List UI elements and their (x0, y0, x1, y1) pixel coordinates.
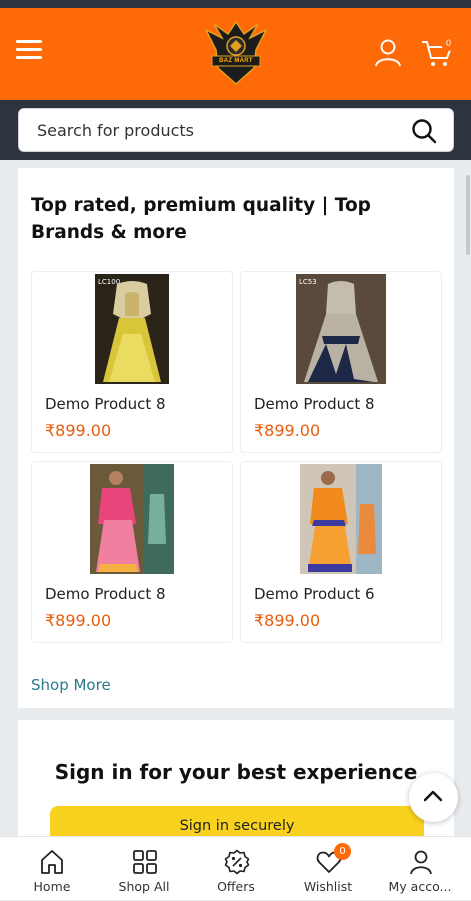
signin-title: Sign in for your best experience (54, 760, 418, 784)
nav-item-shop-all[interactable]: Shop All (97, 837, 191, 901)
product-image: LC100 (95, 274, 169, 384)
nav-label: Wishlist (303, 879, 353, 894)
logo-text: BAZ MART (219, 58, 253, 64)
section-title: Top rated, premium quality | Top Brands … (31, 195, 371, 243)
hamburger-menu-icon[interactable] (16, 40, 42, 64)
products-section: Top rated, premium quality | Top Brands … (18, 168, 454, 708)
offer-badge-icon (224, 849, 250, 875)
nav-label: Home (33, 879, 71, 894)
product-image-tag: LC53 (299, 278, 317, 286)
product-card[interactable]: Demo Product 6 ₹899.00 (240, 461, 442, 643)
nav-item-home[interactable]: Home (5, 837, 99, 901)
product-price: ₹899.00 (254, 611, 321, 630)
user-icon (410, 850, 432, 875)
nav-item-wishlist[interactable]: Wishlist (281, 837, 375, 901)
status-bar (0, 0, 471, 8)
product-price: ₹899.00 (45, 611, 112, 630)
home-icon (41, 850, 63, 874)
product-price: ₹899.00 (254, 421, 321, 440)
search-icon[interactable] (411, 118, 437, 144)
grid-icon (133, 850, 157, 874)
product-image (90, 464, 174, 574)
wishlist-count-badge: 0 (334, 843, 351, 860)
nav-item-my-account[interactable]: My acco... (373, 837, 467, 901)
chevron-up-icon (423, 790, 443, 802)
product-price: ₹899.00 (45, 421, 112, 440)
shop-more-link[interactable]: Shop More (31, 676, 111, 694)
product-image (300, 464, 382, 574)
bottom-navigation: Home Shop All Offers Wishlist My acco... (0, 836, 471, 900)
nav-label: Offers (217, 879, 255, 894)
signin-section: Sign in for your best experience Sign in… (18, 720, 454, 850)
product-card[interactable]: LC53 Demo Product 8 ₹899.00 (240, 271, 442, 453)
search-input[interactable] (37, 109, 407, 151)
scrollbar[interactable] (466, 175, 470, 255)
logo[interactable] (204, 20, 268, 86)
product-name: Demo Product 8 (254, 395, 375, 413)
product-card[interactable]: LC100 Demo Product 8 ₹899.00 (31, 271, 233, 453)
product-card[interactable]: Demo Product 8 ₹899.00 (31, 461, 233, 643)
product-image: LC53 (296, 274, 386, 384)
user-icon[interactable] (373, 38, 403, 68)
search-bar-container (0, 100, 471, 160)
cart-count-badge: 0 (441, 36, 456, 51)
product-name: Demo Product 8 (45, 585, 166, 603)
nav-label: Shop All (118, 879, 170, 894)
nav-label: My acco... (388, 879, 452, 894)
product-image-tag: LC100 (98, 278, 120, 286)
search-box (18, 108, 454, 152)
nav-item-offers[interactable]: Offers (189, 837, 283, 901)
product-name: Demo Product 6 (254, 585, 375, 603)
app-header: BAZ MART (0, 8, 471, 100)
product-name: Demo Product 8 (45, 395, 166, 413)
scroll-to-top-button[interactable] (409, 773, 458, 822)
